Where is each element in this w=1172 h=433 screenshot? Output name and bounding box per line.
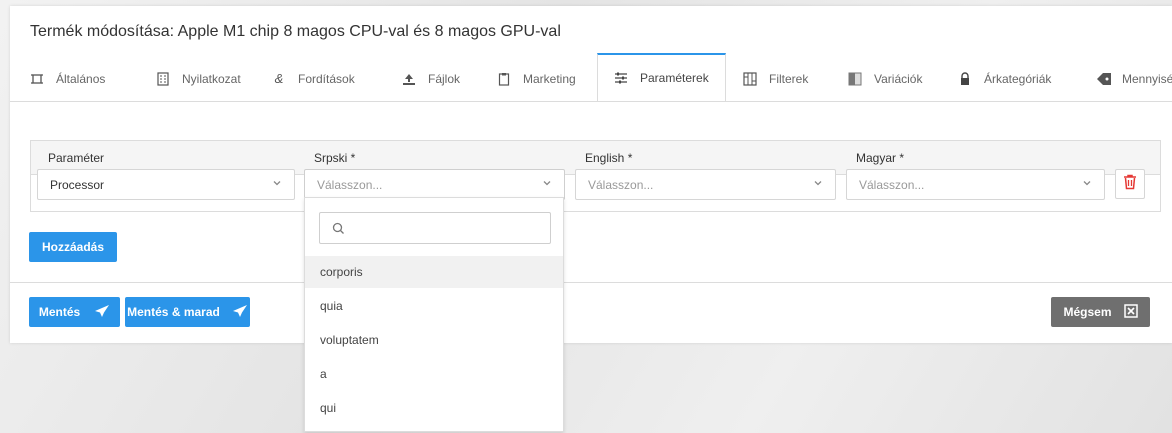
grid-icon (743, 71, 757, 86)
dropdown-option[interactable]: quia (305, 290, 563, 322)
translate-icon: & (274, 70, 284, 86)
english-placeholder: Válasszon... (588, 177, 654, 192)
divider (10, 282, 1172, 283)
chevron-down-icon (272, 178, 282, 188)
sliders-icon (614, 71, 628, 85)
header-magyar: Magyar * (856, 151, 905, 165)
cancel-button[interactable]: Mégsem (1051, 297, 1150, 327)
tab-label: Árkategóriák (984, 71, 1052, 86)
delete-row-button[interactable] (1115, 169, 1145, 199)
tab-forditasok[interactable]: & Fordítások (272, 55, 355, 102)
lock-icon (958, 71, 972, 86)
tab-label: Nyilatkozat (182, 71, 241, 86)
chevron-down-icon (1082, 178, 1092, 188)
tab-bar: Általános Nyilatkozat & Fordítások Fájlo… (10, 53, 1172, 102)
dropdown-option[interactable]: qui (305, 392, 563, 424)
parameters-table: Paraméter Srpski * English * Magyar * Pr… (30, 140, 1161, 212)
page-title: Termék módosítása: Apple M1 chip 8 magos… (30, 23, 561, 40)
tab-label: Általános (56, 71, 106, 86)
tab-label: Fájlok (428, 71, 461, 86)
add-button-label: Hozzáadás (41, 240, 105, 254)
add-button[interactable]: Hozzáadás (29, 232, 117, 262)
clipboard-icon (497, 72, 511, 86)
send-icon (94, 304, 110, 321)
dropdown-option[interactable]: voluptatem (305, 324, 563, 356)
half-square-icon (848, 72, 862, 86)
parameter-select[interactable]: Processor (37, 169, 295, 200)
header-parameter: Paraméter (48, 151, 105, 165)
header-srpski: Srpski * (314, 151, 356, 165)
tab-label: Mennyisé (1122, 71, 1172, 86)
tab-label: Fordítások (298, 71, 355, 86)
close-box-icon (1123, 303, 1138, 321)
cancel-button-label: Mégsem (1063, 305, 1112, 319)
frame-icon (30, 72, 44, 86)
tab-variaciok[interactable]: Variációk (848, 55, 922, 102)
dropdown-search-input[interactable] (319, 212, 551, 244)
tab-parameterek[interactable]: Paraméterek (597, 53, 726, 101)
product-edit-card: Termék módosítása: Apple M1 chip 8 magos… (10, 6, 1172, 343)
tab-mennyiseg[interactable]: Mennyisé (1096, 55, 1172, 102)
chevron-down-icon (542, 178, 552, 188)
upload-icon (402, 72, 416, 86)
tab-fajlok[interactable]: Fájlok (402, 55, 460, 102)
magyar-select[interactable]: Válasszon... (846, 169, 1105, 200)
magyar-placeholder: Válasszon... (859, 177, 925, 192)
dropdown-option[interactable]: corporis (305, 256, 563, 288)
dropdown-option[interactable]: a (305, 358, 563, 390)
save-button-label: Mentés (38, 305, 81, 319)
tab-label: Paraméterek (640, 71, 709, 85)
document-icon (156, 71, 170, 86)
trash-icon (1123, 174, 1137, 195)
tab-label: Filterek (769, 71, 809, 86)
tab-filterek[interactable]: Filterek (743, 55, 808, 102)
tab-altalanos[interactable]: Általános (30, 55, 105, 102)
search-icon (332, 222, 345, 240)
tab-marketing[interactable]: Marketing (497, 55, 576, 102)
parameter-value: Processor (50, 177, 105, 192)
chevron-down-icon (813, 178, 823, 188)
srpski-placeholder: Válasszon... (317, 177, 383, 192)
srpski-select[interactable]: Válasszon... (304, 169, 565, 200)
tab-nyilatkozat[interactable]: Nyilatkozat (156, 55, 241, 102)
send-icon (232, 304, 248, 321)
tag-icon (1096, 72, 1111, 86)
save-and-stay-button[interactable]: Mentés & marad (125, 297, 250, 327)
save-and-stay-label: Mentés & marad (127, 305, 220, 319)
tab-arkategoriak[interactable]: Árkategóriák (958, 55, 1051, 102)
srpski-dropdown: corporis quia voluptatem a qui (304, 197, 564, 432)
tab-label: Variációk (874, 71, 923, 86)
tab-label: Marketing (523, 71, 576, 86)
header-english: English * (585, 151, 633, 165)
save-button[interactable]: Mentés (29, 297, 120, 327)
english-select[interactable]: Válasszon... (575, 169, 836, 200)
